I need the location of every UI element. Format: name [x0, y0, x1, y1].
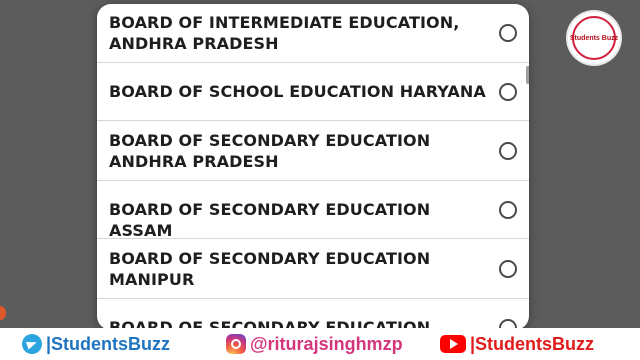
youtube-handle: |StudentsBuzz: [440, 334, 594, 354]
telegram-icon: [22, 334, 42, 354]
option-label: BOARD OF SECONDARY EDUCATION ANDHRA PRAD…: [109, 131, 431, 171]
telegram-handle: |StudentsBuzz: [22, 334, 170, 354]
board-select-dialog: BOARD OF INTERMEDIATE EDUCATION, ANDHRA …: [97, 4, 529, 330]
option-label: BOARD OF INTERMEDIATE EDUCATION, ANDHRA …: [109, 13, 460, 53]
option-secondary-odisha[interactable]: BOARD OF SECONDARY EDUCATION ODISHA: [97, 299, 529, 330]
instagram-label: @riturajsinghmzp: [250, 334, 403, 354]
students-buzz-logo: Students Buzz: [568, 12, 620, 64]
radio-button[interactable]: [499, 23, 517, 42]
radio-button[interactable]: [499, 200, 517, 219]
radio-button[interactable]: [499, 141, 517, 160]
board-options-list: BOARD OF INTERMEDIATE EDUCATION, ANDHRA …: [97, 4, 529, 330]
option-intermediate-andhra-pradesh[interactable]: BOARD OF INTERMEDIATE EDUCATION, ANDHRA …: [97, 4, 529, 63]
option-secondary-manipur[interactable]: BOARD OF SECONDARY EDUCATION MANIPUR: [97, 239, 529, 299]
option-label: BOARD OF SECONDARY EDUCATION ASSAM: [109, 200, 431, 240]
logo-text: Students Buzz: [569, 34, 619, 42]
option-secondary-andhra-pradesh[interactable]: BOARD OF SECONDARY EDUCATION ANDHRA PRAD…: [97, 121, 529, 181]
radio-button[interactable]: [499, 82, 517, 101]
option-label: BOARD OF SECONDARY EDUCATION MANIPUR: [109, 249, 431, 289]
youtube-label: |StudentsBuzz: [470, 334, 595, 354]
youtube-icon: [440, 335, 466, 353]
telegram-label: |StudentsBuzz: [46, 334, 171, 354]
option-label: BOARD OF SCHOOL EDUCATION HARYANA: [109, 82, 486, 101]
option-secondary-assam[interactable]: BOARD OF SECONDARY EDUCATION ASSAM: [97, 181, 529, 240]
social-footer-banner: |StudentsBuzz @riturajsinghmzp |Students…: [0, 328, 640, 360]
instagram-icon: [226, 334, 246, 354]
instagram-handle: @riturajsinghmzp: [226, 334, 403, 354]
radio-button[interactable]: [499, 259, 517, 278]
option-school-haryana[interactable]: BOARD OF SCHOOL EDUCATION HARYANA: [97, 63, 529, 121]
scrollbar-thumb[interactable]: [526, 66, 529, 84]
